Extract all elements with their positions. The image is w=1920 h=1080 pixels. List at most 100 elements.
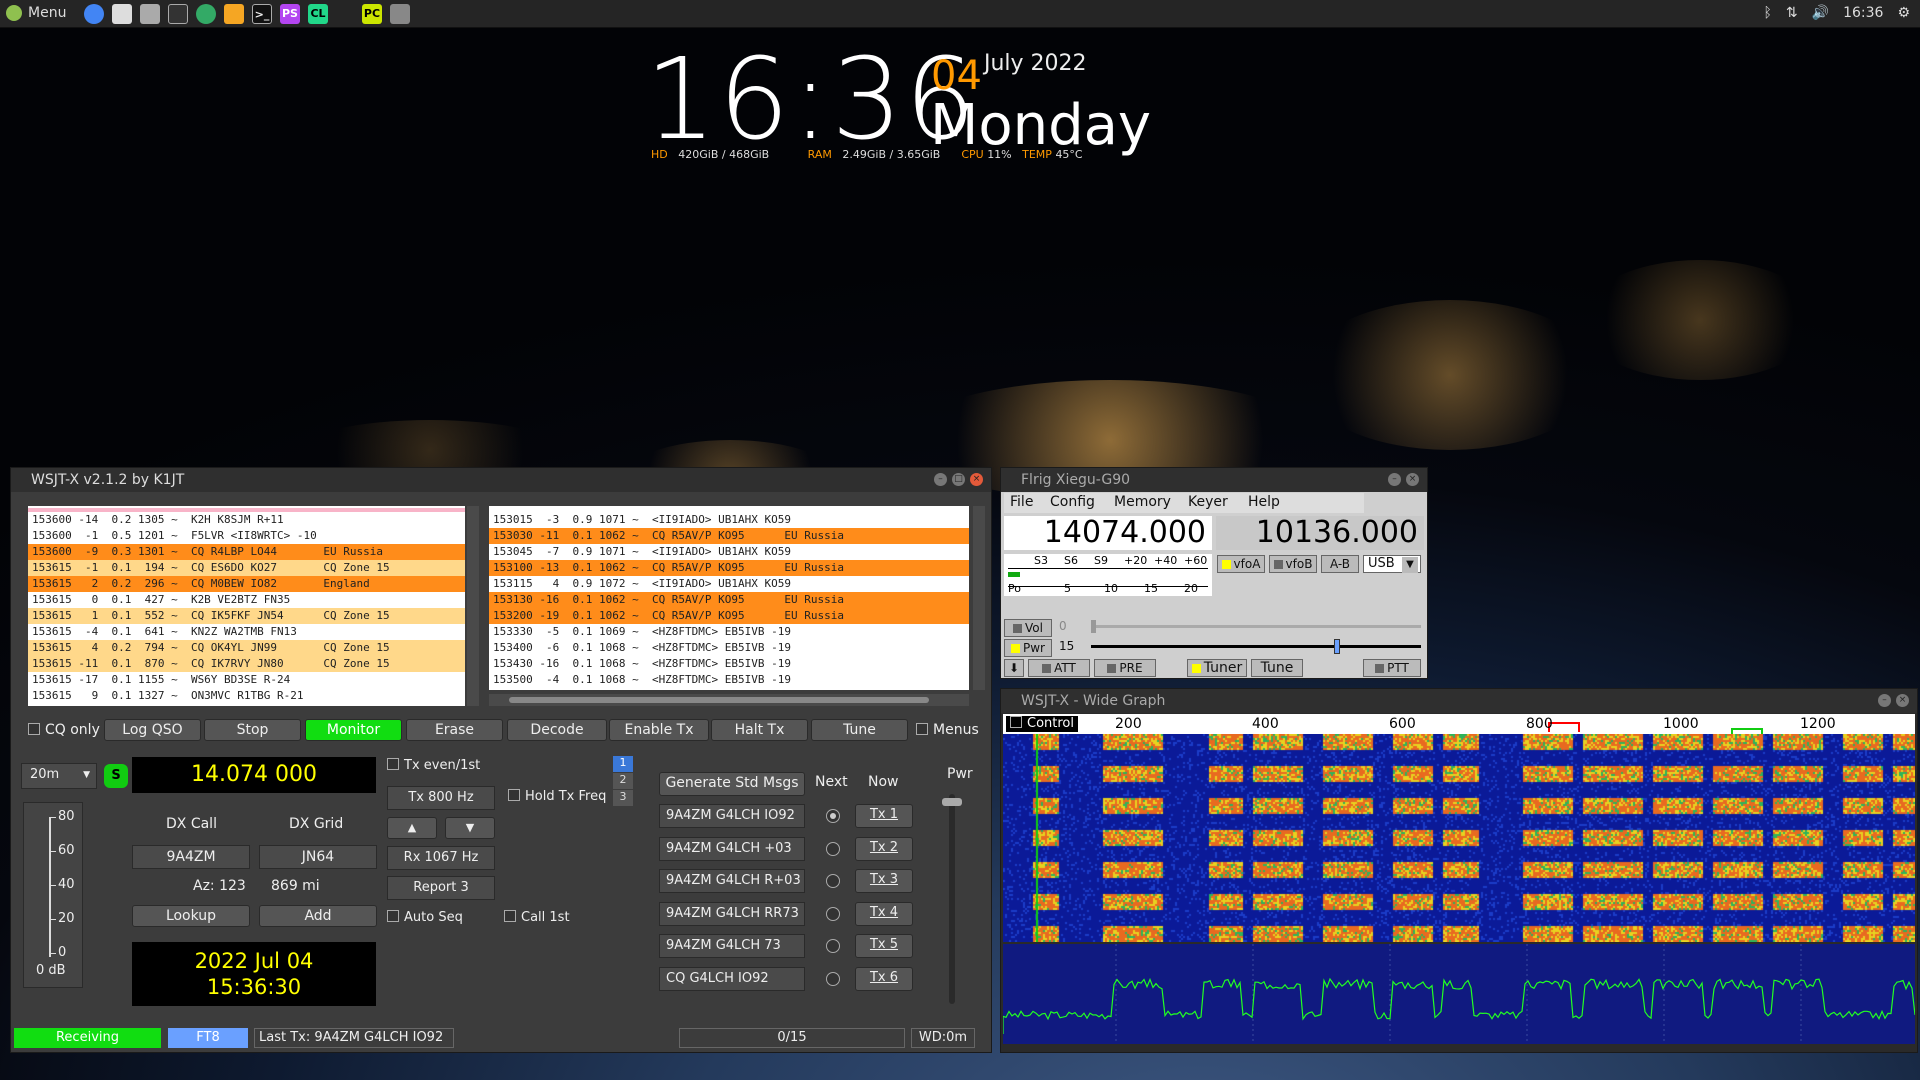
vol-button[interactable]: Vol	[1004, 619, 1052, 637]
decode-row[interactable]: 153615 -4 0.1 641 ~ KN2Z WA2TMB FN13	[28, 624, 465, 640]
call-1st-checkbox[interactable]: Call 1st	[504, 910, 570, 925]
pycharm-icon[interactable]: PC	[362, 4, 382, 24]
generate-std-msgs-button[interactable]: Generate Std Msgs	[659, 772, 805, 796]
taskbar-clock[interactable]: 16:36	[1843, 5, 1883, 21]
tx-4-button[interactable]: Tx 4	[855, 901, 913, 926]
enable-tx-button[interactable]: Enable Tx	[609, 719, 709, 741]
decode-button[interactable]: Decode	[507, 719, 607, 741]
decode-row[interactable]: 153615 2 0.2 296 ~ CQ M0BEW IO82 England	[28, 576, 465, 592]
flrig-minimize-button[interactable]: –	[1388, 473, 1401, 486]
decode-row[interactable]: 153615 0 0.1 427 ~ K2B VE2BTZ FN35	[28, 592, 465, 608]
decode-row[interactable]: 153615 9 0.1 1327 ~ ON3MVC R1TBG R-21	[28, 688, 465, 704]
calculator-icon[interactable]	[140, 4, 160, 24]
decode-row[interactable]: 153615 1 0.1 552 ~ CQ IK5FKF JN54 CQ Zon…	[28, 608, 465, 624]
next-radio-6[interactable]	[826, 971, 840, 986]
decode-row[interactable]: 153615 -1 0.1 194 ~ CQ ES6DO KO27 CQ Zon…	[28, 560, 465, 576]
menus-checkbox[interactable]: Menus	[916, 722, 979, 738]
decode-row[interactable]: 153115 4 0.9 1072 ~ <II9IADO> UB1AHX KO5…	[489, 576, 969, 592]
ptt-button[interactable]: PTT	[1363, 659, 1421, 677]
close-button[interactable]: ×	[970, 473, 983, 486]
vfo-a-display[interactable]: 14074.000	[1004, 516, 1212, 550]
pwr-slider[interactable]	[942, 794, 962, 1004]
tx-message-6[interactable]: CQ G4LCH IO92	[659, 966, 805, 991]
tx-up-button[interactable]: ▲	[387, 817, 437, 839]
band-activity-scrollbar[interactable]	[467, 506, 479, 706]
add-button[interactable]: Add	[259, 905, 377, 927]
rx-frequency-pane[interactable]: 153015 -3 0.9 1071 ~ <II9IADO> UB1AHX KO…	[489, 506, 969, 690]
network-icon[interactable]: ⇅	[1786, 5, 1798, 21]
band-activity-pane[interactable]: 153600 -14 0.2 1305 ~ K2H K8SJM R+11 1536…	[28, 506, 465, 706]
decode-row[interactable]: 153600 -1 0.5 1201 ~ F5LVR <II8WRTC> -10	[28, 528, 465, 544]
clion-icon[interactable]: CL	[308, 4, 328, 24]
menu-button[interactable]: Menu	[6, 5, 66, 21]
att-button[interactable]: ATT	[1028, 659, 1090, 677]
flrig-menu-keyer[interactable]: Keyer	[1188, 494, 1228, 510]
vfo-a-button[interactable]: vfoA	[1217, 555, 1265, 573]
waterfall[interactable]	[1003, 734, 1915, 942]
vol-slider[interactable]	[1091, 620, 1421, 633]
flrig-menu-file[interactable]: File	[1010, 494, 1033, 510]
minimize-button[interactable]: –	[934, 473, 947, 486]
decode-row[interactable]: 153600 -9 0.3 1301 ~ CQ R4LBP LO44 EU Ru…	[28, 544, 465, 560]
monitor-button[interactable]: Monitor	[305, 719, 402, 741]
tuner-button[interactable]: Tuner	[1187, 659, 1247, 677]
wide-graph-titlebar[interactable]: WSJT-X - Wide Graph – ×	[1001, 689, 1917, 713]
collapse-button[interactable]: ⬇	[1004, 659, 1024, 677]
decode-row[interactable]: 153130 -16 0.1 1062 ~ CQ R5AV/P KO95 EU …	[489, 592, 969, 608]
tx-2-button[interactable]: Tx 2	[855, 836, 913, 861]
band-select[interactable]: 20m ▼	[21, 763, 97, 789]
decode-row[interactable]: 153100 -13 0.1 1062 ~ CQ R5AV/P KO95 EU …	[489, 560, 969, 576]
tx-message-4[interactable]: 9A4ZM G4LCH RR73	[659, 901, 805, 926]
phpstorm-icon[interactable]: PS	[280, 4, 300, 24]
decode-row[interactable]: 153615 -11 0.1 870 ~ CQ IK7RVY JN80 CQ Z…	[28, 656, 465, 672]
cq-only-checkbox[interactable]: CQ only	[28, 722, 100, 738]
stop-button[interactable]: Stop	[204, 719, 301, 741]
tab-3[interactable]: 3	[613, 790, 633, 806]
tab-2[interactable]: 2	[613, 773, 633, 789]
tx-1-button[interactable]: Tx 1	[855, 804, 913, 828]
flrig-tune-button[interactable]: Tune	[1251, 659, 1303, 677]
volume-icon[interactable]: 🔊	[1812, 5, 1829, 21]
vfo-b-button[interactable]: vfoB	[1269, 555, 1317, 573]
bluetooth-icon[interactable]: ᛒ	[1764, 5, 1772, 21]
display-icon[interactable]	[390, 4, 410, 24]
erase-button[interactable]: Erase	[406, 719, 503, 741]
next-radio-5[interactable]	[826, 939, 840, 953]
decode-row[interactable]: 153015 -3 0.9 1071 ~ <II9IADO> UB1AHX KO…	[489, 512, 969, 528]
tab-1[interactable]: 1	[613, 756, 633, 772]
settings-icon[interactable]: ⚙	[1897, 5, 1910, 21]
tx-3-button[interactable]: Tx 3	[855, 869, 913, 893]
mail-icon[interactable]	[112, 4, 132, 24]
tx-message-3[interactable]: 9A4ZM G4LCH R+03	[659, 869, 805, 893]
pwr-slider-handle[interactable]	[942, 798, 962, 806]
decode-row[interactable]: 153500 -4 0.1 1068 ~ <HZ8FTDMC> EB5IVB -…	[489, 672, 969, 688]
control-checkbox[interactable]: Control	[1006, 716, 1078, 732]
decode-row[interactable]: 153430 -16 0.1 1068 ~ <HZ8FTDMC> EB5IVB …	[489, 656, 969, 672]
log-qso-button[interactable]: Log QSO	[104, 719, 201, 741]
flrig-menu-memory[interactable]: Memory	[1114, 494, 1171, 510]
pwr-button[interactable]: Pwr	[1004, 639, 1052, 657]
tx-message-5[interactable]: 9A4ZM G4LCH 73	[659, 934, 805, 958]
mode-select[interactable]: USB ▼	[1363, 555, 1421, 573]
halt-tx-button[interactable]: Halt Tx	[711, 719, 808, 741]
decode-row[interactable]: 153030 -11 0.1 1062 ~ CQ R5AV/P KO95 EU …	[489, 528, 969, 544]
tx-6-button[interactable]: Tx 6	[855, 966, 913, 991]
tx-down-button[interactable]: ▼	[445, 817, 495, 839]
flrig-menu-config[interactable]: Config	[1050, 494, 1095, 510]
dx-grid-field[interactable]: JN64	[259, 845, 377, 869]
tx-even-checkbox[interactable]: Tx even/1st	[387, 758, 480, 773]
tune-button[interactable]: Tune	[811, 719, 908, 741]
wsjtx-titlebar[interactable]: WSJT-X v2.1.2 by K1JT – □ ×	[11, 468, 991, 492]
vfo-b-display[interactable]: 10136.000	[1216, 516, 1424, 550]
auto-seq-checkbox[interactable]: Auto Seq	[387, 910, 463, 925]
decode-row[interactable]: 153615 -17 0.1 1155 ~ WS6Y BD3SE R-24	[28, 672, 465, 688]
flrig-menu-help[interactable]: Help	[1248, 494, 1280, 510]
tx-message-2[interactable]: 9A4ZM G4LCH +03	[659, 836, 805, 861]
next-radio-4[interactable]	[826, 906, 840, 921]
rx-horizontal-scrollbar[interactable]	[489, 694, 969, 706]
globe-icon[interactable]	[196, 4, 216, 24]
decode-row[interactable]: 153045 -7 0.9 1071 ~ <II9IADO> UB1AHX KO…	[489, 544, 969, 560]
chrome-icon[interactable]	[84, 4, 104, 24]
rx-frequency-scrollbar[interactable]	[973, 506, 985, 690]
next-radio-2[interactable]	[826, 841, 840, 856]
